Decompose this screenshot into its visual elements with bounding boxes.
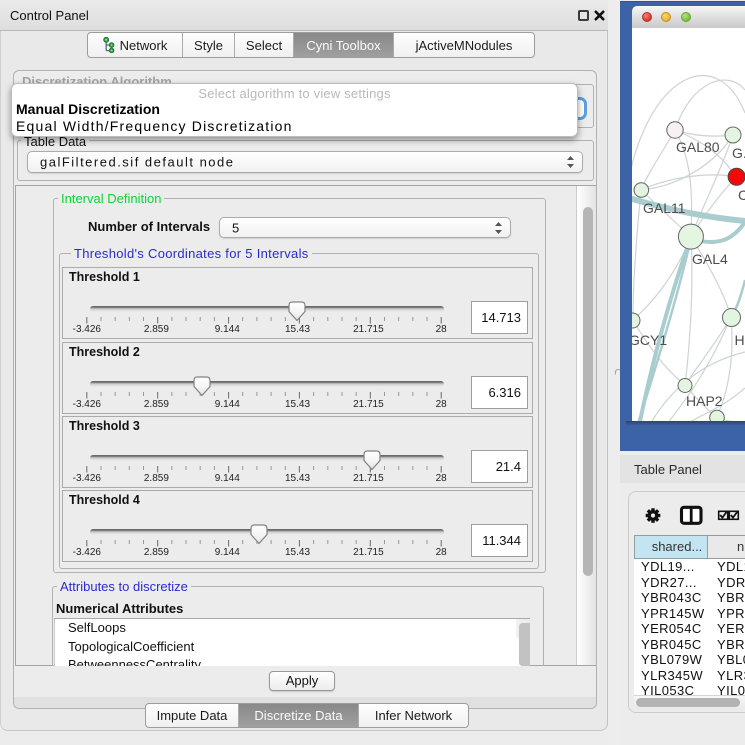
svg-text:GCY1: GCY1 [632, 332, 667, 348]
svg-text:G..: G.. [732, 145, 745, 161]
svg-text:GAL11: GAL11 [643, 200, 686, 216]
svg-text:H: H [735, 332, 745, 348]
svg-text:HAP2: HAP2 [686, 393, 723, 409]
svg-text:GAL80: GAL80 [676, 139, 720, 155]
svg-text:GAL4: GAL4 [692, 251, 728, 267]
svg-text:C: C [738, 187, 745, 203]
